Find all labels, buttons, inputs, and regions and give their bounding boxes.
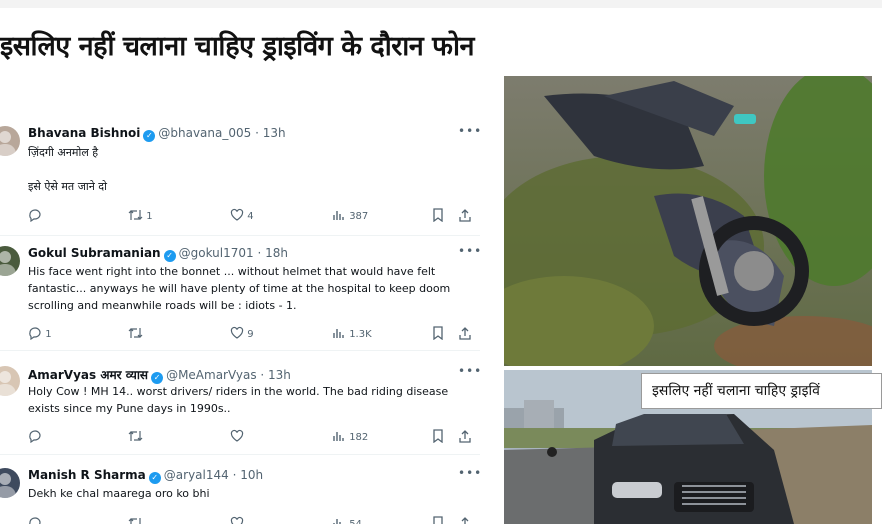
verified-badge-icon: ✓: [163, 250, 176, 262]
retweet-button[interactable]: 1: [128, 208, 153, 222]
retweet-icon: [128, 431, 143, 441]
author-name: Gokul Subramanian: [28, 246, 161, 260]
avatar: [0, 468, 20, 498]
tweet-text: Dekh ke chal maarega oro ko bhi: [28, 487, 210, 500]
retweet-icon: [128, 328, 143, 338]
tweet-actions: 1 4 387: [28, 208, 473, 224]
divider: [0, 454, 480, 455]
reply-icon: [29, 327, 41, 341]
reply-button[interactable]: [28, 429, 42, 444]
like-button[interactable]: 9: [230, 326, 254, 340]
reply-icon: [29, 209, 41, 223]
reply-button[interactable]: [28, 516, 42, 524]
author-name: Bhavana Bishnoi: [28, 126, 141, 140]
tweet-header: Gokul Subramanian ✓ @gokul1701 · 18h: [28, 246, 288, 262]
verified-badge-icon: ✓: [148, 472, 161, 484]
avatar: [0, 126, 20, 156]
reply-button[interactable]: 1: [28, 326, 52, 341]
retweet-button[interactable]: [128, 326, 143, 340]
divider: [0, 350, 480, 351]
avatar: [0, 246, 20, 276]
views-icon: [333, 211, 344, 220]
share-icon: [459, 209, 471, 222]
like-button[interactable]: 4: [230, 208, 254, 222]
bookmark-button[interactable]: [432, 326, 444, 341]
tweet-text: His face went right into the bonnet ... …: [28, 265, 451, 312]
share-icon: [459, 327, 471, 340]
heart-icon: [230, 516, 244, 524]
share-icon: [459, 430, 471, 443]
tweet-actions: 182: [28, 429, 473, 445]
verified-badge-icon: ✓: [143, 130, 156, 142]
share-icon: [461, 517, 469, 524]
views-icon: [333, 519, 341, 524]
share-button[interactable]: [458, 429, 472, 443]
views-icon: [333, 432, 344, 441]
heart-icon: [230, 326, 244, 339]
share-button[interactable]: [458, 516, 472, 524]
like-button[interactable]: [230, 516, 244, 524]
article-headline: इसलिए नहीं चलाना चाहिए ड्राइविंग के दौरा…: [0, 31, 474, 62]
author-handle: @gokul1701 · 18h: [178, 246, 288, 260]
reply-icon: [29, 517, 41, 524]
tweet-header: Manish R Sharma ✓ @aryal144 · 10h: [28, 468, 263, 484]
like-button[interactable]: [230, 429, 244, 443]
more-options-icon[interactable]: •••: [458, 124, 480, 138]
bookmark-button[interactable]: [432, 429, 444, 444]
tweet-screenshot: Bhavana Bishnoi ✓ @bhavana_005 · 13h ••• ज…: [0, 114, 480, 524]
heart-icon: [230, 429, 244, 442]
heart-icon: [230, 208, 244, 221]
bookmark-icon: [433, 516, 443, 524]
bookmark-icon: [433, 326, 443, 341]
top-bar: [0, 0, 882, 8]
more-options-icon[interactable]: •••: [458, 244, 480, 258]
views-button[interactable]: 182: [332, 429, 368, 443]
retweet-icon: [128, 210, 143, 220]
views-button[interactable]: 54: [332, 516, 362, 524]
tweet-text: Holy Cow ! MH 14.. worst drivers/ riders…: [28, 385, 449, 415]
author-handle: @bhavana_005 · 13h: [158, 126, 286, 140]
avatar: [0, 366, 20, 396]
retweet-button[interactable]: [128, 429, 143, 443]
reply-icon: [29, 430, 41, 444]
tweet-header: Bhavana Bishnoi ✓ @bhavana_005 · 13h: [28, 126, 286, 142]
share-button[interactable]: [458, 326, 472, 340]
author-name: Manish R Sharma: [28, 468, 146, 482]
bookmark-button[interactable]: [432, 208, 444, 223]
divider: [0, 235, 480, 236]
views-button[interactable]: 1.3K: [332, 326, 372, 340]
more-options-icon[interactable]: •••: [458, 364, 480, 378]
reply-button[interactable]: [28, 208, 42, 223]
author-handle: @MeAmarVyas · 13h: [166, 368, 291, 382]
bookmark-icon: [433, 208, 443, 223]
bookmark-button[interactable]: [432, 516, 444, 524]
tweet-actions: 54: [28, 516, 473, 524]
views-icon: [333, 329, 344, 338]
retweet-icon: [128, 518, 141, 524]
tweet-actions: 1 9 1.3K: [28, 326, 473, 342]
tweet-text: ज़िंदगी अनमोल है इसे ऐसे मत जाने दो: [28, 146, 107, 193]
tweet-header: AmarVyas अमर व्यास ✓ @MeAmarVyas · 13h: [28, 366, 291, 384]
views-button[interactable]: 387: [332, 208, 368, 222]
image-caption: इसलिए नहीं चलाना चाहिए ड्राइविं: [641, 373, 882, 409]
share-button[interactable]: [458, 208, 472, 222]
bookmark-icon: [433, 429, 443, 444]
more-options-icon[interactable]: •••: [458, 466, 480, 480]
author-handle: @aryal144 · 10h: [163, 468, 264, 482]
retweet-button[interactable]: [128, 516, 143, 524]
author-name: AmarVyas अमर व्यास: [28, 368, 149, 382]
scooter-crash-photo: [504, 76, 872, 366]
